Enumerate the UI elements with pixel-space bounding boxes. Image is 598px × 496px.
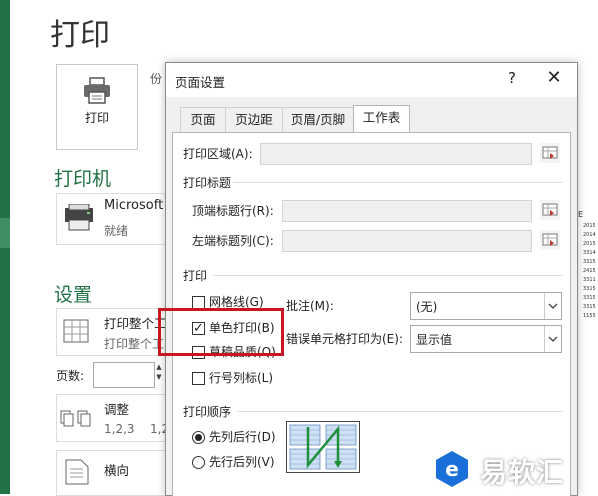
preview-cell: 3315 — [583, 304, 596, 310]
page-order-group-title: 打印顺序 — [183, 405, 232, 419]
cols-repeat-collapse-button[interactable] — [540, 230, 560, 250]
over-then-down-radio[interactable] — [192, 456, 205, 469]
print-group-title: 打印 — [183, 269, 208, 283]
preview-cell: 3315 — [583, 259, 596, 265]
preview-cell: 1155 — [583, 313, 596, 319]
close-button[interactable]: ✕ — [544, 67, 564, 89]
row-col-headings-label: 行号列标(L) — [209, 371, 274, 385]
spin-down-icon[interactable]: ▼ — [156, 373, 161, 381]
cols-repeat-label: 左端标题列(C): — [192, 234, 274, 248]
watermark: e 易软汇 — [432, 447, 592, 491]
tab-page[interactable]: 页面 — [180, 107, 226, 132]
down-then-over-radio[interactable] — [192, 431, 205, 444]
print-area-input[interactable] — [260, 143, 532, 165]
collate-title: 调整 — [104, 402, 130, 417]
comments-label: 批注(M): — [286, 299, 334, 313]
preview-cell: 2415 — [583, 268, 596, 274]
printer-name: Microsoft — [104, 198, 164, 213]
print-scope-subtitle: 打印整个工 — [104, 337, 165, 351]
print-button-label: 打印 — [84, 111, 109, 125]
down-then-over-label: 先列后行(D) — [209, 430, 276, 444]
pages-label: 页数: — [56, 369, 85, 383]
rows-repeat-collapse-button[interactable] — [540, 200, 560, 220]
dialog-title: 页面设置 — [175, 75, 226, 90]
print-group-divider — [213, 275, 563, 276]
print-preview-fragment: E 2015 2014 2015 3314 3315 2415 3311 3315 3315 33… — [575, 210, 598, 330]
cols-repeat-input[interactable] — [282, 230, 532, 252]
help-button[interactable]: ? — [502, 69, 522, 89]
over-then-down-label: 先行后列(V) — [209, 455, 275, 469]
pages-from-input[interactable] — [93, 362, 155, 388]
preview-cell: 3315 — [583, 286, 596, 292]
page-title: 打印 — [50, 18, 110, 53]
dialog-titlebar[interactable]: 页面设置 ? ✕ — [166, 63, 577, 97]
svg-text:e: e — [445, 457, 459, 481]
chevron-down-icon[interactable] — [544, 293, 561, 319]
page-order-preview-icon — [286, 421, 360, 473]
settings-section-title: 设置 — [54, 284, 93, 306]
preview-cell: 2015 — [583, 241, 596, 247]
print-area-label: 打印区域(A): — [183, 147, 253, 161]
rows-repeat-input[interactable] — [282, 200, 532, 222]
preview-cell: 3314 — [583, 250, 596, 256]
printer-section-title: 打印机 — [54, 168, 112, 190]
tab-margins[interactable]: 页边距 — [225, 107, 283, 132]
comments-dropdown[interactable]: (无) — [410, 292, 562, 320]
page-orientation-icon — [65, 459, 89, 485]
chevron-down-icon[interactable] — [544, 326, 561, 352]
watermark-logo-icon: e — [436, 451, 468, 487]
sheet-grid-icon — [63, 319, 89, 343]
copies-label: 份 — [150, 72, 163, 86]
print-area-collapse-button[interactable] — [540, 143, 560, 163]
collate-subtitle: 1,2,3 — [104, 422, 135, 436]
preview-cell: 2014 — [583, 232, 596, 238]
preview-cell: 3315 — [583, 295, 596, 301]
cell-errors-label: 错误单元格打印为(E): — [286, 332, 403, 346]
print-button[interactable]: 打印 — [56, 64, 138, 150]
range-select-icon — [542, 146, 558, 159]
preview-cell: 2015 — [583, 223, 596, 229]
comments-value: (无) — [416, 300, 438, 314]
printer-device-icon — [65, 204, 93, 231]
backstage-nav-strip — [0, 0, 10, 494]
tab-sheet[interactable]: 工作表 — [353, 105, 410, 133]
highlight-box — [158, 308, 284, 356]
cell-errors-value: 显示值 — [416, 333, 453, 347]
spin-up-icon[interactable]: ▲ — [156, 363, 161, 371]
page-order-divider — [237, 411, 563, 412]
print-titles-divider — [233, 182, 563, 183]
cell-errors-dropdown[interactable]: 显示值 — [410, 325, 562, 353]
page-setup-dialog: 页面设置 ? ✕ 页面 页边距 页眉/页脚 工作表 打印区域(A): 打印标题 … — [165, 62, 578, 496]
preview-cell: 3311 — [583, 277, 596, 283]
watermark-text: 易软汇 — [480, 458, 564, 489]
rows-repeat-label: 顶端标题行(R): — [192, 204, 274, 218]
collate-icon — [60, 410, 91, 427]
preview-header: E — [578, 210, 584, 219]
tab-header-footer[interactable]: 页眉/页脚 — [282, 107, 354, 132]
pages-spinner[interactable]: ▲ ▼ — [154, 362, 164, 386]
orientation-title: 横向 — [104, 463, 130, 478]
backstage-nav-highlight — [0, 218, 10, 248]
row-col-headings-checkbox[interactable] — [192, 372, 205, 385]
range-select-icon — [542, 233, 558, 246]
range-select-icon — [542, 203, 558, 216]
printer-icon — [84, 77, 110, 104]
print-titles-group-title: 打印标题 — [183, 176, 232, 190]
printer-status: 就绪 — [104, 224, 129, 238]
